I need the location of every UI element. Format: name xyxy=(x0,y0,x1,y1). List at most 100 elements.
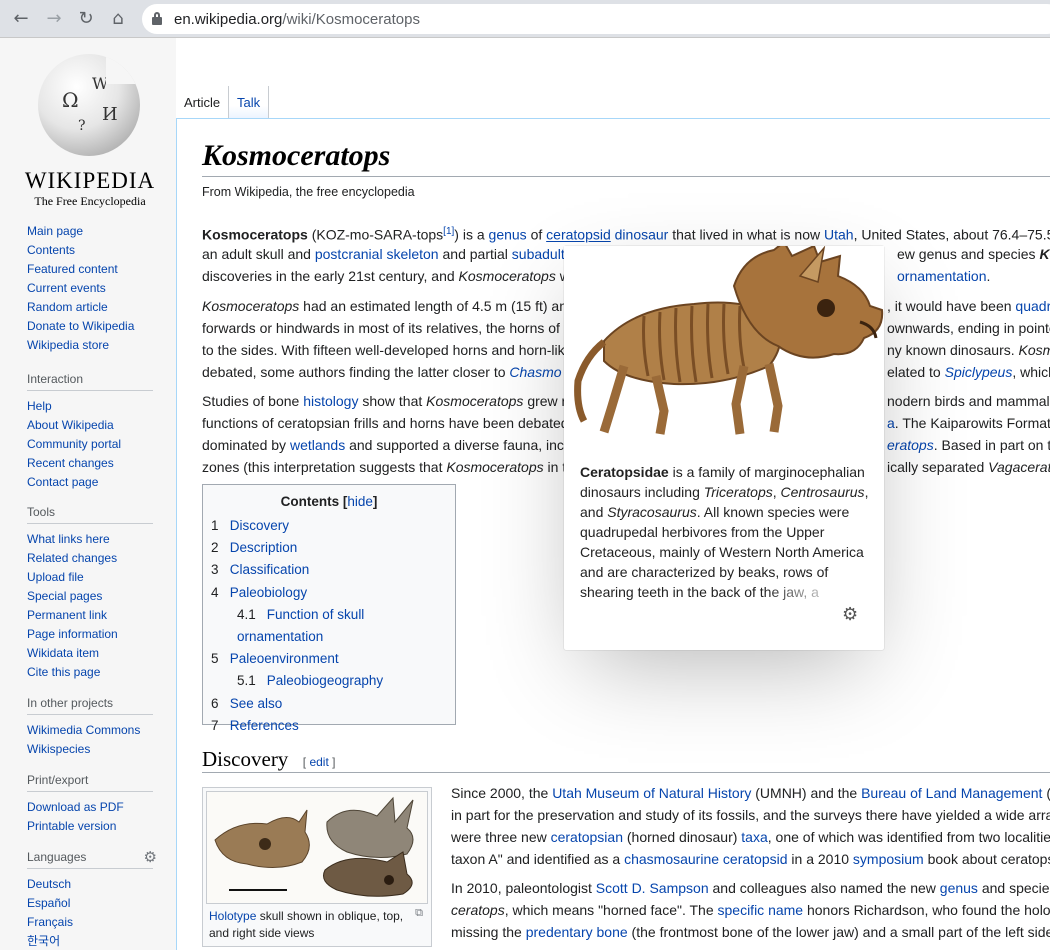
sidebar-language-link[interactable]: Deutsch xyxy=(27,877,71,891)
sidebar-nav-link[interactable]: Contents xyxy=(27,243,75,257)
link[interactable]: Scott D. Sampson xyxy=(596,880,709,896)
link[interactable]: Holotype xyxy=(209,909,256,923)
toc-item[interactable]: 5 Paleoenvironment xyxy=(211,648,447,670)
link[interactable]: wetlands xyxy=(290,437,345,453)
sidebar-print-link[interactable]: Printable version xyxy=(27,819,116,833)
link[interactable]: predentary bone xyxy=(526,924,628,940)
forward-icon[interactable]: → xyxy=(43,8,65,30)
sidebar-nav-link[interactable]: Donate to Wikipedia xyxy=(27,319,134,333)
gear-icon[interactable]: ⚙ xyxy=(842,604,858,625)
toc-item[interactable]: 5.1 Paleobiogeography xyxy=(211,670,447,692)
link[interactable]: genus xyxy=(940,880,978,896)
sidebar-interaction-link[interactable]: Community portal xyxy=(27,437,121,451)
edit-link[interactable]: edit xyxy=(309,755,328,769)
languages-portal: Languages ⚙ Deutsch Español Français 한국어 xyxy=(27,848,157,950)
home-icon[interactable]: ⌂ xyxy=(107,8,129,30)
link[interactable]: dinosaur xyxy=(615,227,669,243)
address-bar[interactable]: en.wikipedia.org/wiki/Kosmoceratops xyxy=(142,4,1050,34)
reload-icon[interactable]: ↻ xyxy=(75,8,97,30)
link[interactable]: ceratopsid xyxy=(546,227,611,243)
sidebar-tools-link[interactable]: Wikidata item xyxy=(27,646,99,660)
toc-item[interactable]: 6 See also xyxy=(211,693,447,715)
toc-item[interactable]: 1 Discovery xyxy=(211,515,447,537)
other-projects-portal: In other projects Wikimedia Commons Wikis… xyxy=(27,696,153,759)
link[interactable]: genus xyxy=(489,227,527,243)
link[interactable]: specific name xyxy=(718,902,804,918)
sidebar-tools-link[interactable]: Related changes xyxy=(27,551,117,565)
enlarge-icon[interactable]: ⧉ xyxy=(415,906,423,920)
gear-icon[interactable]: ⚙ xyxy=(144,848,157,866)
sidebar-language-item: 한국어 xyxy=(27,932,153,950)
toc-link[interactable]: Classification xyxy=(230,562,310,577)
sidebar-tools-link[interactable]: What links here xyxy=(27,532,110,546)
link[interactable]: eratops xyxy=(887,437,934,453)
tagline: The Free Encyclopedia xyxy=(34,194,146,208)
link[interactable]: Bureau of Land Management xyxy=(861,785,1042,801)
link[interactable]: Chasmo xyxy=(509,364,561,380)
wikipedia-logo[interactable]: Ω W И ? WIKIPEDIA The Free Encyclopedia xyxy=(20,54,160,214)
toc-item[interactable]: 4.1 Function of skull ornamentation xyxy=(211,604,447,648)
sidebar-interaction-link[interactable]: About Wikipedia xyxy=(27,418,114,432)
sidebar-tools-link[interactable]: Permanent link xyxy=(27,608,107,622)
link[interactable]: histology xyxy=(303,393,358,409)
link[interactable]: symposium xyxy=(853,851,924,867)
section-edit: [ edit ] xyxy=(302,755,336,769)
sidebar-project-link[interactable]: Wikimedia Commons xyxy=(27,723,140,737)
sidebar-language-link[interactable]: Français xyxy=(27,915,73,929)
link[interactable]: a xyxy=(887,415,895,431)
sidebar-project-link[interactable]: Wikispecies xyxy=(27,742,90,756)
link[interactable]: taxa xyxy=(741,829,767,845)
link[interactable]: quadru xyxy=(1015,298,1050,314)
nav-portal: Main page Contents Featured content Current… xyxy=(27,222,153,355)
sidebar-nav-link[interactable]: Random article xyxy=(27,300,108,314)
sidebar-tools-item: Page information xyxy=(27,625,153,644)
lock-icon[interactable] xyxy=(152,12,162,25)
portal-heading: Tools xyxy=(27,505,153,524)
sidebar-tools-link[interactable]: Cite this page xyxy=(27,665,100,679)
ceratopsid-skeleton-image[interactable] xyxy=(564,246,884,439)
link[interactable]: ornamentation xyxy=(897,268,987,284)
toc-item[interactable]: 7 References xyxy=(211,715,447,737)
toc-link[interactable]: See also xyxy=(230,696,283,711)
url-text[interactable]: en.wikipedia.org/wiki/Kosmoceratops xyxy=(174,11,420,28)
sidebar-nav-link[interactable]: Featured content xyxy=(27,262,118,276)
link[interactable]: subadult xyxy=(512,246,565,262)
toc-item[interactable]: 4 Paleobiology xyxy=(211,582,447,604)
sidebar-language-link[interactable]: 한국어 xyxy=(27,934,60,948)
toc-link[interactable]: Paleobiogeography xyxy=(267,673,383,688)
tab-article[interactable]: Article xyxy=(176,86,229,119)
skull-image[interactable] xyxy=(206,791,428,904)
sidebar-interaction-link[interactable]: Help xyxy=(27,399,52,413)
sidebar-interaction-link[interactable]: Contact page xyxy=(27,475,98,489)
tab-talk[interactable]: Talk xyxy=(229,86,269,119)
link[interactable]: ceratopsian xyxy=(551,829,623,845)
sidebar-nav-link[interactable]: Current events xyxy=(27,281,106,295)
sidebar-tools-link[interactable]: Special pages xyxy=(27,589,102,603)
sidebar-interaction-item: Recent changes xyxy=(27,454,153,473)
toc-link[interactable]: Discovery xyxy=(230,518,289,533)
link[interactable]: Utah xyxy=(824,227,854,243)
sidebar-nav-item: Contents xyxy=(27,241,153,260)
page-preview-popup[interactable]: Ceratopsidae is a family of marginocepha… xyxy=(564,246,884,650)
link[interactable]: postcranial skeleton xyxy=(315,246,439,262)
sidebar-print-link[interactable]: Download as PDF xyxy=(27,800,124,814)
toc-item[interactable]: 3 Classification xyxy=(211,559,447,581)
sidebar-language-link[interactable]: Español xyxy=(27,896,70,910)
divider xyxy=(202,176,1050,177)
sidebar-tools-link[interactable]: Page information xyxy=(27,627,118,641)
toc-link[interactable]: Description xyxy=(230,540,298,555)
link[interactable]: chasmosaurine ceratopsid xyxy=(624,851,787,867)
sidebar-interaction-item: Contact page xyxy=(27,473,153,492)
sidebar-nav-link[interactable]: Main page xyxy=(27,224,83,238)
toc-hide-link[interactable]: hide xyxy=(347,494,373,509)
sidebar-interaction-link[interactable]: Recent changes xyxy=(27,456,114,470)
sidebar-nav-link[interactable]: Wikipedia store xyxy=(27,338,109,352)
link[interactable]: Utah Museum of Natural History xyxy=(552,785,751,801)
sidebar-tools-link[interactable]: Upload file xyxy=(27,570,84,584)
toc-link[interactable]: Paleobiology xyxy=(230,585,307,600)
back-icon[interactable]: ← xyxy=(10,8,32,30)
toc-link[interactable]: Paleoenvironment xyxy=(230,651,339,666)
toc-item[interactable]: 2 Description xyxy=(211,537,447,559)
link[interactable]: Spiclypeus xyxy=(945,364,1013,380)
toc-link[interactable]: References xyxy=(230,718,299,733)
